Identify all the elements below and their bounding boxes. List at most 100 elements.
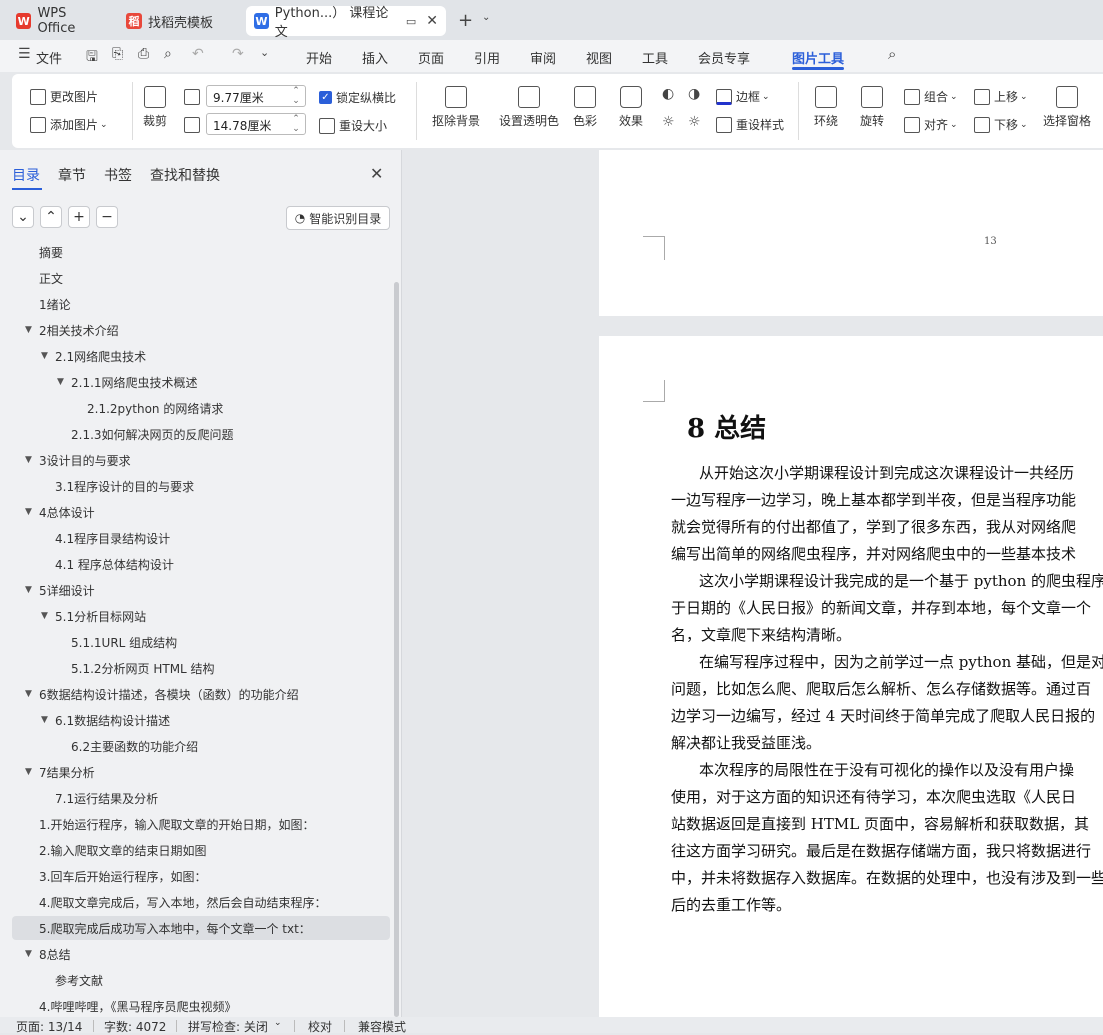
word-count[interactable]: 字数: 4072 [104, 1018, 166, 1035]
toc-scrollbar[interactable] [394, 282, 399, 1017]
toc-item[interactable]: ▼ 7结果分析 [12, 760, 390, 784]
toc-item[interactable]: 2.输入爬取文章的结束日期如图 [12, 838, 390, 862]
expand-triangle-icon[interactable]: ▼ [25, 767, 32, 777]
expand-triangle-icon[interactable]: ▼ [25, 689, 32, 699]
toc-item[interactable]: 5.1.1URL 组成结构 [12, 630, 390, 654]
expand-triangle-icon[interactable]: ▼ [25, 949, 32, 959]
menu-review[interactable]: 审阅 [530, 48, 556, 67]
brightness-down-icon[interactable]: ☼ [662, 114, 675, 130]
toc-item[interactable]: 5.1.2分析网页 HTML 结构 [12, 656, 390, 680]
window-restore-icon[interactable]: ▭ [406, 15, 416, 28]
tab-toc[interactable]: 目录 [12, 165, 40, 185]
expand-triangle-icon[interactable]: ▼ [25, 507, 32, 517]
tab-wps-office[interactable]: W WPS Office [8, 6, 114, 36]
toc-item[interactable]: 4.1程序目录结构设计 [12, 526, 390, 550]
toc-item[interactable]: 1绪论 [12, 292, 390, 316]
set-transparent-button[interactable]: 设置透明色 [498, 86, 560, 129]
toc-item[interactable]: 4.1 程序总体结构设计 [12, 552, 390, 576]
tab-template[interactable]: 稻 找稻壳模板 [118, 6, 242, 36]
toc-item[interactable]: 2.1.3如何解决网页的反爬问题 [12, 422, 390, 446]
selection-pane-button[interactable]: 选择窗格 [1040, 86, 1094, 129]
menu-reference[interactable]: 引用 [474, 48, 500, 67]
add-heading-button[interactable]: + [68, 206, 90, 228]
chevron-down-icon[interactable]: ⌄ [274, 1018, 282, 1028]
search-icon[interactable]: ⌕ [888, 45, 896, 63]
toc-item[interactable]: ▼ 2.1.1网络爬虫技术概述 [12, 370, 390, 394]
expand-triangle-icon[interactable]: ▼ [25, 455, 32, 465]
toc-item[interactable]: 5.爬取完成后成功写入本地中，每个文章一个 txt： [12, 916, 390, 940]
menu-member[interactable]: 会员专享 [698, 48, 750, 67]
change-image-button[interactable]: 更改图片 [30, 88, 98, 105]
toc-item[interactable]: ▼ 4总体设计 [12, 500, 390, 524]
toc-item[interactable]: 3.回车后开始运行程序，如图： [12, 864, 390, 888]
close-pane-icon[interactable]: ✕ [370, 164, 383, 183]
contrast-up-icon[interactable]: ◑ [688, 86, 700, 102]
close-icon[interactable]: ✕ [426, 13, 438, 29]
undo-icon[interactable]: ↶ [192, 46, 204, 62]
toc-item[interactable]: 4.哔哩哔哩，《黑马程序员爬虫视频》 [12, 994, 390, 1017]
toc-item[interactable]: 摘要 [12, 242, 390, 264]
toc-item[interactable]: ▼ 8总结 [12, 942, 390, 966]
expand-up-button[interactable]: ⌃ [40, 206, 62, 228]
toc-item[interactable]: ▼ 3设计目的与要求 [12, 448, 390, 472]
expand-triangle-icon[interactable]: ▼ [41, 351, 48, 361]
toc-item[interactable]: ▼ 2.1网络爬虫技术 [12, 344, 390, 368]
tab-find-replace[interactable]: 查找和替换 [150, 165, 220, 185]
toc-item[interactable]: 参考文献 [12, 968, 390, 992]
collapse-all-button[interactable]: ⌄ [12, 206, 34, 228]
toc-item[interactable]: ▼ 5.1分析目标网站 [12, 604, 390, 628]
proofread[interactable]: 校对 [308, 1018, 332, 1035]
page-count[interactable]: 页面: 13/14 [16, 1018, 82, 1035]
toc-item[interactable]: ▼ 6数据结构设计描述，各模块（函数）的功能介绍 [12, 682, 390, 706]
tab-bookmarks[interactable]: 书签 [104, 165, 132, 185]
tab-document[interactable]: W Python...） 课程论文 ▭ ✕ [246, 6, 446, 40]
wrap-button[interactable]: 环绕 [808, 86, 844, 129]
color-button[interactable]: 色彩 [568, 86, 602, 129]
crop-button[interactable]: 裁剪 [138, 86, 172, 129]
align-button[interactable]: 对齐 ⌄ [904, 116, 958, 133]
chevron-down-icon[interactable]: ⌄ [482, 12, 490, 23]
contrast-down-icon[interactable]: ☼ [688, 114, 701, 130]
toc-item[interactable]: 4.爬取文章完成后，写入本地，然后会自动结束程序： [12, 890, 390, 914]
border-button[interactable]: 边框 ⌄ [716, 88, 770, 105]
move-down-button[interactable]: 下移 ⌄ [974, 116, 1028, 133]
toc-item[interactable]: 2.1.2python 的网络请求 [12, 396, 390, 420]
rotate-button[interactable]: 旋转 [854, 86, 890, 129]
expand-triangle-icon[interactable]: ▼ [25, 585, 32, 595]
effect-button[interactable]: 效果 [614, 86, 648, 129]
menu-view[interactable]: 视图 [586, 48, 612, 67]
share-icon[interactable]: ⎘ [112, 46, 123, 62]
toc-item[interactable]: ▼ 5详细设计 [12, 578, 390, 602]
redo-icon[interactable]: ↷ [232, 46, 244, 62]
add-image-button[interactable]: 添加图片 ⌄ [30, 116, 108, 133]
more-icon[interactable]: ⌄ [260, 46, 269, 59]
remove-heading-button[interactable]: − [96, 206, 118, 228]
toc-item[interactable]: ▼ 6.1数据结构设计描述 [12, 708, 390, 732]
height-input[interactable]: 14.78厘米 [206, 113, 306, 135]
expand-triangle-icon[interactable]: ▼ [41, 715, 48, 725]
brightness-up-icon[interactable]: ◐ [662, 86, 674, 102]
width-input[interactable]: 9.77厘米 [206, 85, 306, 107]
menu-tools[interactable]: 工具 [642, 48, 668, 67]
hamburger-icon[interactable]: ☰ [18, 46, 31, 62]
tab-sections[interactable]: 章节 [58, 165, 86, 185]
new-tab-icon[interactable]: + [458, 10, 473, 31]
toc-item[interactable]: ▼ 2相关技术介绍 [12, 318, 390, 342]
remove-background-button[interactable]: 抠除背景 [426, 86, 486, 129]
toc-item[interactable]: 正文 [12, 266, 390, 290]
toc-item[interactable]: 3.1程序设计的目的与要求 [12, 474, 390, 498]
reset-size-button[interactable]: 重设大小 [319, 117, 387, 134]
menu-page[interactable]: 页面 [418, 48, 444, 67]
toc-item[interactable]: 6.2主要函数的功能介绍 [12, 734, 390, 758]
print-preview-icon[interactable]: ⌕ [164, 46, 172, 62]
group-button[interactable]: 组合 ⌄ [904, 88, 958, 105]
save-icon[interactable]: 🖫 [86, 46, 98, 70]
expand-triangle-icon[interactable]: ▼ [57, 377, 64, 387]
toc-item[interactable]: 1.开始运行程序，输入爬取文章的开始日期，如图： [12, 812, 390, 836]
lock-ratio-checkbox[interactable]: ✓ 锁定纵横比 [319, 89, 396, 106]
reset-style-button[interactable]: 重设样式 [716, 116, 784, 133]
smart-toc-button[interactable]: ◔ 智能识别目录 [286, 206, 390, 230]
menu-home[interactable]: 开始 [306, 48, 332, 67]
move-up-button[interactable]: 上移 ⌄ [974, 88, 1028, 105]
print-icon[interactable]: ⎙ [138, 46, 149, 62]
